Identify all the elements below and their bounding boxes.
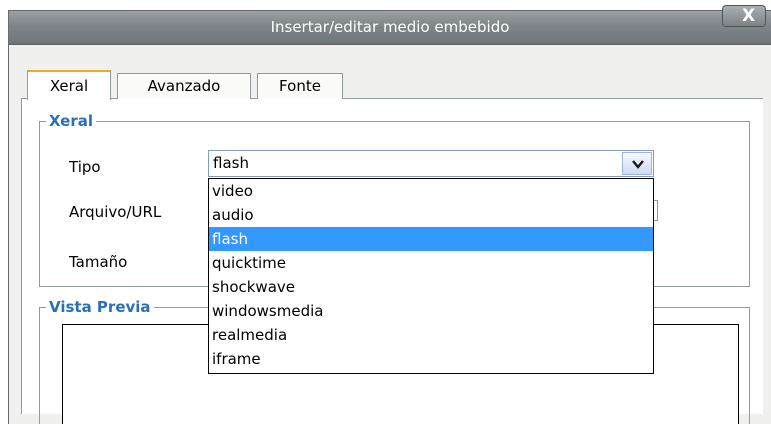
type-select[interactable]: flash [208, 150, 654, 177]
option-flash[interactable]: flash [209, 227, 653, 251]
option-shockwave[interactable]: shockwave [209, 275, 653, 299]
preview-legend: Vista Previa [49, 298, 151, 316]
type-select-dropdown-button[interactable] [622, 152, 652, 175]
dialog-title: Insertar/editar medio embebido [270, 18, 510, 36]
option-audio[interactable]: audio [209, 203, 653, 227]
option-windowsmedia[interactable]: windowsmedia [209, 299, 653, 323]
type-label: Tipo [69, 158, 101, 176]
size-label: Tamaño [69, 253, 128, 271]
close-button[interactable]: X [722, 5, 766, 27]
option-quicktime[interactable]: quicktime [209, 251, 653, 275]
option-video[interactable]: video [209, 179, 653, 203]
option-realmedia[interactable]: realmedia [209, 323, 653, 347]
close-icon: X [742, 6, 756, 26]
tab-avanzado[interactable]: Avanzado [117, 73, 251, 99]
option-iframe[interactable]: iframe [209, 347, 653, 371]
tab-fonte[interactable]: Fonte [257, 73, 343, 99]
type-dropdown-list: video audio flash quicktime shockwave wi… [208, 178, 654, 374]
tab-xeral[interactable]: Xeral [27, 70, 111, 100]
title-bar[interactable]: Insertar/editar medio embebido [9, 11, 771, 45]
chevron-down-icon [632, 160, 644, 169]
type-select-value: flash [213, 154, 249, 172]
general-legend: Xeral [49, 112, 93, 130]
url-label: Arquivo/URL [69, 203, 162, 221]
